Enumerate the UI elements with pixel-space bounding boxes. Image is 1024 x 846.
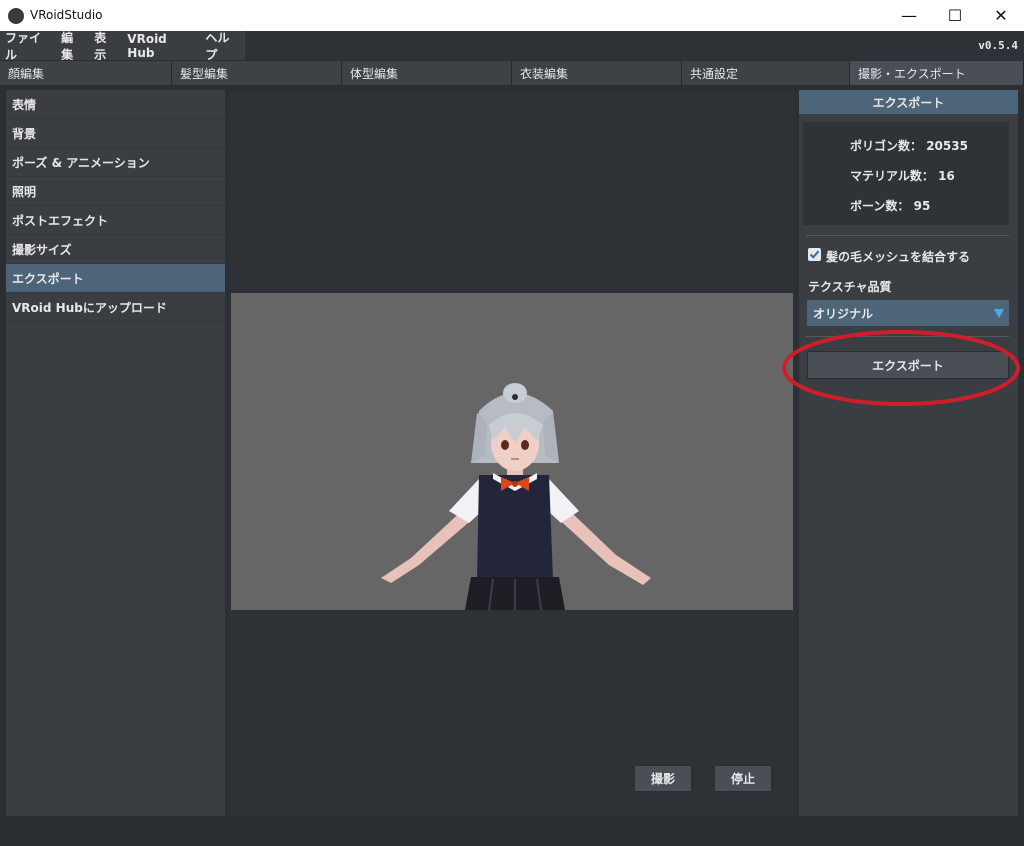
texture-quality-select[interactable]: オリジナル bbox=[807, 300, 1009, 326]
export-panel-header: エクスポート bbox=[799, 90, 1018, 114]
left-item-lighting[interactable]: 照明 bbox=[6, 177, 225, 206]
tab-outfit[interactable]: 衣装編集 bbox=[512, 61, 682, 85]
status-bar bbox=[0, 820, 1024, 846]
tab-face[interactable]: 顔編集 bbox=[0, 61, 172, 85]
menu-bar: ファイル 編集 表示 VRoid Hub ヘルプ v0.5.4 bbox=[0, 29, 1024, 63]
bone-count: ボーン数： 95 bbox=[850, 197, 930, 214]
divider bbox=[806, 235, 1009, 236]
texture-quality-value: オリジナル bbox=[813, 306, 874, 321]
dropdown-arrow-icon bbox=[994, 309, 1004, 318]
bone-count-label: ボーン数： bbox=[850, 199, 910, 213]
character-model-image bbox=[231, 293, 793, 610]
model-stats-box: ポリゴン数： 20535 マテリアル数： 16 ボーン数： 95 bbox=[803, 122, 1009, 225]
material-count-value: 16 bbox=[938, 169, 955, 183]
close-button[interactable]: ✕ bbox=[978, 0, 1024, 31]
minimize-button[interactable]: — bbox=[886, 0, 932, 31]
menu-edit[interactable]: 編集 bbox=[56, 29, 89, 63]
viewport[interactable]: 撮影 停止 bbox=[229, 90, 795, 816]
tab-common[interactable]: 共通設定 bbox=[682, 61, 850, 85]
maximize-button[interactable]: ☐ bbox=[932, 0, 978, 31]
left-item-capture-size[interactable]: 撮影サイズ bbox=[6, 235, 225, 264]
left-item-background[interactable]: 背景 bbox=[6, 119, 225, 148]
polygon-count: ポリゴン数： 20535 bbox=[850, 137, 968, 154]
left-item-vroid-hub-upload[interactable]: VRoid Hubにアップロード bbox=[6, 293, 225, 322]
export-button[interactable]: エクスポート bbox=[807, 351, 1009, 379]
menu-vroid-hub[interactable]: VRoid Hub bbox=[122, 32, 200, 60]
menu-file[interactable]: ファイル bbox=[0, 29, 56, 63]
polygon-count-label: ポリゴン数： bbox=[850, 139, 923, 153]
title-bar: VRoidStudio — ☐ ✕ bbox=[0, 0, 1024, 32]
stop-button[interactable]: 停止 bbox=[714, 765, 772, 792]
tab-photo-export[interactable]: 撮影・エクスポート bbox=[850, 61, 1024, 85]
polygon-count-value: 20535 bbox=[926, 139, 968, 153]
capture-button[interactable]: 撮影 bbox=[634, 765, 692, 792]
app-logo-icon bbox=[8, 8, 24, 24]
menu-group: ファイル 編集 表示 VRoid Hub ヘルプ bbox=[0, 29, 245, 63]
divider bbox=[806, 336, 1009, 337]
editor-tabs: 顔編集 髪型編集 体型編集 衣装編集 共通設定 撮影・エクスポート bbox=[0, 60, 1024, 86]
material-count-label: マテリアル数： bbox=[850, 169, 934, 183]
merge-hair-checkbox[interactable] bbox=[808, 248, 821, 261]
texture-quality-label: テクスチャ品質 bbox=[808, 280, 892, 294]
material-count: マテリアル数： 16 bbox=[850, 167, 955, 184]
bone-count-value: 95 bbox=[913, 199, 931, 213]
left-item-export[interactable]: エクスポート bbox=[6, 264, 225, 293]
merge-hair-label: 髪の毛メッシュを結合する bbox=[826, 250, 971, 264]
left-item-post-effect[interactable]: ポストエフェクト bbox=[6, 206, 225, 235]
version-label: v0.5.4 bbox=[978, 39, 1018, 52]
left-menu-panel: 表情 背景 ポーズ & アニメーション 照明 ポストエフェクト 撮影サイズ エク… bbox=[6, 90, 225, 816]
tab-body[interactable]: 体型編集 bbox=[342, 61, 512, 85]
tab-hair[interactable]: 髪型編集 bbox=[172, 61, 342, 85]
left-item-pose-animation[interactable]: ポーズ & アニメーション bbox=[6, 148, 225, 177]
menu-help[interactable]: ヘルプ bbox=[200, 29, 245, 63]
checkmark-icon bbox=[809, 250, 820, 259]
character-preview[interactable] bbox=[231, 293, 793, 610]
menu-view[interactable]: 表示 bbox=[89, 29, 122, 63]
left-item-expression[interactable]: 表情 bbox=[6, 90, 225, 119]
export-panel: エクスポート ポリゴン数： 20535 マテリアル数： 16 ボーン数： 95 … bbox=[799, 90, 1018, 816]
window-title: VRoidStudio bbox=[30, 8, 103, 22]
